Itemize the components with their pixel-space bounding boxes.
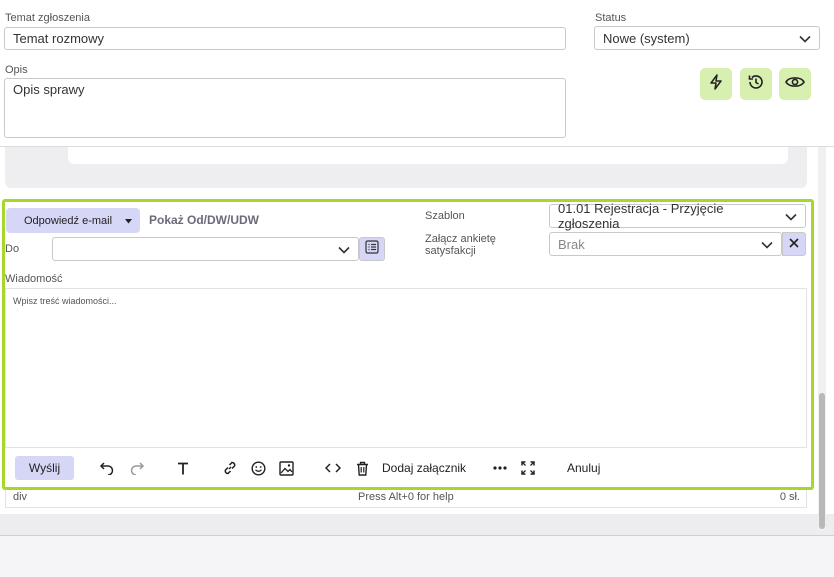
address-book-button[interactable] (359, 237, 385, 261)
fullscreen-button[interactable] (519, 458, 537, 478)
caret-down-icon (125, 215, 133, 227)
status-select-value: Nowe (system) (603, 30, 690, 46)
editor-statusbar: div Press Alt+0 for help 0 sł. (5, 490, 807, 508)
survey-label: Załącz ankietę satysfakcji (425, 233, 496, 257)
more-horizontal-icon (493, 466, 507, 470)
address-book-icon (365, 239, 379, 259)
to-select[interactable] (52, 237, 359, 261)
word-count: 0 sł. (779, 491, 800, 503)
send-button[interactable]: Wyślij (15, 456, 74, 480)
image-icon (278, 460, 294, 476)
delete-button[interactable] (353, 458, 371, 478)
conversation-card (68, 147, 788, 164)
element-path: div (13, 491, 28, 503)
footer-area (0, 536, 834, 577)
scrollbar-thumb[interactable] (819, 393, 825, 529)
show-from-cc-bcc-link[interactable]: Pokaż Od/DW/UDW (149, 213, 259, 227)
survey-value: Brak (558, 236, 585, 252)
chevron-down-icon (799, 31, 811, 46)
chevron-down-icon (785, 209, 797, 224)
message-label: Wiadomość (5, 273, 63, 285)
description-label: Opis (5, 64, 28, 76)
undo-icon (99, 461, 115, 475)
editor-divider (5, 447, 807, 448)
redo-icon (129, 461, 145, 475)
chevron-down-icon (761, 237, 773, 252)
insert-image-button[interactable] (277, 458, 295, 478)
add-attachment-button[interactable]: Dodaj załącznik (382, 461, 466, 475)
topic-input[interactable]: Temat rozmowy (4, 27, 566, 50)
trash-icon (356, 461, 369, 476)
bottom-panel (0, 514, 834, 535)
template-label: Szablon (425, 210, 465, 222)
more-options-button[interactable] (491, 458, 509, 478)
reply-mode-label: Odpowiedź e-mail (24, 214, 113, 227)
insert-link-button[interactable] (221, 458, 239, 478)
send-label: Wyślij (28, 461, 61, 475)
reply-mode-button[interactable]: Odpowiedź e-mail (6, 208, 140, 233)
message-editor[interactable]: Wpisz treść wiadomości... (5, 288, 807, 448)
clear-survey-button[interactable] (782, 232, 806, 256)
to-label: Do (5, 243, 20, 255)
emoji-icon (250, 460, 266, 476)
template-select[interactable]: 01.01 Rejestracja - Przyjęcie zgłoszenia (549, 201, 806, 231)
redo-button[interactable] (128, 458, 146, 478)
topic-input-value: Temat rozmowy (13, 31, 105, 46)
chevron-down-icon (338, 242, 350, 257)
lightning-icon (709, 73, 723, 95)
message-placeholder: Wpisz treść wiadomości... (13, 296, 117, 306)
history-icon (747, 73, 765, 96)
emoji-button[interactable] (249, 458, 267, 478)
quick-action-button[interactable] (700, 68, 732, 100)
template-value: 01.01 Rejestracja - Przyjęcie zgłoszenia (558, 201, 724, 231)
undo-button[interactable] (98, 458, 116, 478)
preview-button[interactable] (779, 68, 811, 100)
text-format-button[interactable] (174, 458, 192, 478)
code-icon (325, 462, 341, 474)
cancel-button[interactable]: Anuluj (567, 461, 600, 475)
topic-label: Temat zgłoszenia (5, 12, 90, 24)
close-icon (789, 235, 799, 253)
history-button[interactable] (740, 68, 772, 100)
source-code-button[interactable] (324, 458, 342, 478)
status-label: Status (595, 12, 627, 24)
text-format-icon (177, 462, 189, 475)
description-value: Opis sprawy (13, 82, 85, 97)
description-textarea[interactable]: Opis sprawy (4, 78, 566, 138)
fullscreen-icon (521, 461, 535, 475)
survey-select[interactable]: Brak (549, 232, 782, 256)
link-icon (222, 460, 238, 476)
scrollbar-track[interactable] (818, 147, 826, 531)
eye-icon (785, 75, 805, 94)
status-select[interactable]: Nowe (system) (594, 26, 820, 50)
conversation-panel (5, 147, 807, 188)
help-hint: Press Alt+0 for help (358, 491, 454, 503)
